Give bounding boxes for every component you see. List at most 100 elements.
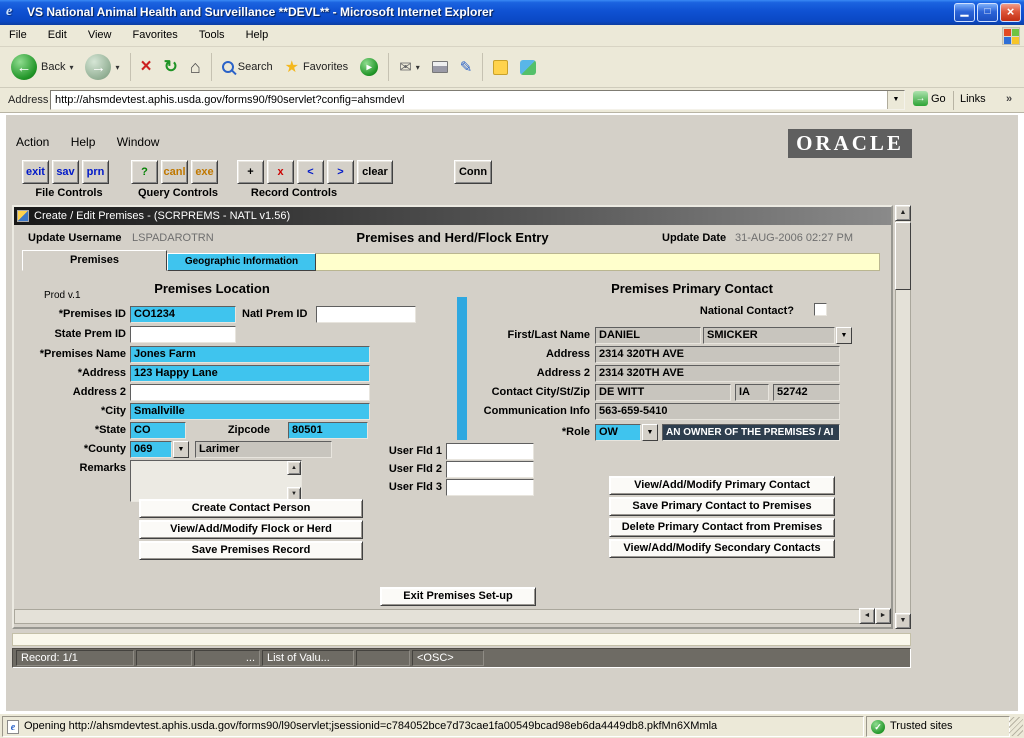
add-record-toolbar-button[interactable]: +: [237, 160, 264, 184]
save-premises-record-button[interactable]: Save Premises Record: [139, 541, 363, 560]
search-button[interactable]: Search: [217, 58, 278, 76]
remarks-scroll-up-button[interactable]: ▲: [287, 461, 301, 475]
clear-record-toolbar-button[interactable]: clear: [357, 160, 393, 184]
user-fld-1-field[interactable]: [446, 443, 534, 460]
address-input[interactable]: [51, 92, 887, 108]
menu-action[interactable]: Action: [16, 135, 49, 149]
oracle-logo: ORACLE: [788, 129, 912, 158]
county-field[interactable]: 069: [130, 441, 172, 458]
media-button[interactable]: ▸: [355, 55, 383, 79]
state-prem-id-field[interactable]: [130, 326, 236, 343]
view-add-modify-secondary-contacts-button[interactable]: View/Add/Modify Secondary Contacts: [609, 539, 835, 558]
premises-address2-field[interactable]: [130, 384, 370, 401]
messenger-button[interactable]: [515, 57, 541, 78]
scroll-down-button[interactable]: ▼: [895, 613, 911, 629]
scrollbar-thumb[interactable]: [895, 222, 911, 290]
premises-id-field[interactable]: CO1234: [130, 306, 236, 323]
go-icon: →: [913, 91, 928, 106]
premises-name-field[interactable]: Jones Farm: [130, 346, 370, 363]
premises-window-titlebar[interactable]: Create / Edit Premises - (SCRPREMS - NAT…: [14, 207, 891, 225]
menu-help[interactable]: Help: [237, 25, 278, 47]
previous-record-toolbar-button[interactable]: <: [297, 160, 324, 184]
exit-toolbar-button[interactable]: exit: [22, 160, 49, 184]
print-toolbar-button[interactable]: prn: [82, 160, 109, 184]
scroll-right-button[interactable]: ►: [875, 608, 891, 624]
back-button[interactable]: ← Back ▾: [6, 51, 78, 83]
contact-zip-field[interactable]: 52742: [773, 384, 840, 401]
user-fld-2-field[interactable]: [446, 461, 534, 478]
last-name-field[interactable]: SMICKER: [703, 327, 835, 344]
resize-grip[interactable]: [1009, 717, 1023, 736]
contact-address-field[interactable]: 2314 320TH AVE: [595, 346, 840, 363]
forward-button[interactable]: → ▾: [80, 51, 124, 83]
state-field[interactable]: CO: [130, 422, 186, 439]
address-dropdown-icon[interactable]: ▼: [887, 91, 904, 109]
window-horizontal-scrollbar[interactable]: [14, 609, 891, 624]
links-label[interactable]: Links: [960, 93, 986, 105]
exit-premises-setup-button[interactable]: Exit Premises Set-up: [380, 587, 536, 606]
role-field[interactable]: OW: [595, 424, 641, 441]
address-box: ▼: [50, 90, 905, 110]
minimize-button[interactable]: ▁: [954, 3, 975, 22]
menu-file[interactable]: File: [0, 25, 36, 47]
mail-dropdown-icon[interactable]: ▾: [416, 63, 420, 72]
contact-city-field[interactable]: DE WITT: [595, 384, 731, 401]
execute-query-toolbar-button[interactable]: exe: [191, 160, 218, 184]
remarks-field[interactable]: [130, 460, 302, 502]
notes-button[interactable]: [488, 57, 513, 78]
maximize-button[interactable]: □: [977, 3, 998, 22]
view-add-modify-primary-contact-button[interactable]: View/Add/Modify Primary Contact: [609, 476, 835, 495]
menu-window[interactable]: Window: [117, 135, 160, 149]
delete-primary-contact-button[interactable]: Delete Primary Contact from Premises: [609, 518, 835, 537]
edit-button[interactable]: ✎: [455, 55, 478, 79]
menu-view[interactable]: View: [79, 25, 121, 47]
home-button[interactable]: ⌂: [185, 54, 206, 81]
state-prem-id-label: State Prem ID: [22, 328, 126, 340]
menu-edit[interactable]: Edit: [39, 25, 76, 47]
city-field[interactable]: Smallville: [130, 403, 370, 420]
natl-prem-id-field[interactable]: [316, 306, 416, 323]
communication-info-field[interactable]: 563-659-5410: [595, 403, 840, 420]
mail-button[interactable]: ✉▾: [394, 55, 425, 79]
back-dropdown-icon[interactable]: ▾: [69, 63, 73, 72]
next-record-toolbar-button[interactable]: >: [327, 160, 354, 184]
contact-state-field[interactable]: IA: [735, 384, 769, 401]
tab-premises[interactable]: Premises: [22, 250, 167, 271]
favorites-button[interactable]: ★ Favorites: [280, 54, 354, 80]
county-dropdown-button[interactable]: ▼: [173, 441, 189, 458]
contact-name-dropdown-button[interactable]: ▼: [836, 327, 852, 344]
contact-address2-field[interactable]: 2314 320TH AVE: [595, 365, 840, 382]
cancel-query-toolbar-button[interactable]: canl: [161, 160, 188, 184]
stop-button[interactable]: ×: [136, 55, 157, 79]
message-line: [12, 633, 911, 646]
view-add-modify-flock-or-herd-button[interactable]: View/Add/Modify Flock or Herd: [139, 520, 363, 539]
create-contact-person-button[interactable]: Create Contact Person: [139, 499, 363, 518]
delete-record-toolbar-button[interactable]: x: [267, 160, 294, 184]
tab-geographic-information[interactable]: Geographic Information: [167, 253, 316, 271]
go-button[interactable]: → Go: [908, 89, 951, 108]
links-chevron-icon[interactable]: »: [1006, 93, 1012, 105]
query-toolbar-button[interactable]: ?: [131, 160, 158, 184]
menu-tools[interactable]: Tools: [190, 25, 234, 47]
print-button[interactable]: [427, 58, 453, 76]
save-primary-contact-button[interactable]: Save Primary Contact to Premises: [609, 497, 835, 516]
user-fld-3-field[interactable]: [446, 479, 534, 496]
premises-address-field[interactable]: 123 Happy Lane: [130, 365, 370, 382]
scroll-up-button[interactable]: ▲: [895, 205, 911, 221]
browser-titlebar[interactable]: e VS National Animal Health and Surveill…: [0, 0, 1024, 25]
zipcode-field[interactable]: 80501: [288, 422, 368, 439]
forms-statusbar: Record: 1/1 ... List of Valu... <OSC>: [12, 648, 911, 668]
menu-help[interactable]: Help: [71, 135, 96, 149]
close-button[interactable]: ×: [1000, 3, 1021, 22]
first-name-field[interactable]: DANIEL: [595, 327, 701, 344]
forward-dropdown-icon[interactable]: ▾: [115, 63, 119, 72]
role-dropdown-button[interactable]: ▼: [642, 424, 658, 441]
search-icon: [222, 61, 234, 73]
save-toolbar-button[interactable]: sav: [52, 160, 79, 184]
scroll-left-button[interactable]: ◄: [859, 608, 875, 624]
national-contact-checkbox[interactable]: [814, 303, 827, 316]
primary-contact-title: Premises Primary Contact: [542, 281, 842, 296]
menu-favorites[interactable]: Favorites: [124, 25, 187, 47]
refresh-button[interactable]: ↻: [159, 54, 183, 80]
conn-toolbar-button[interactable]: Conn: [454, 160, 492, 184]
